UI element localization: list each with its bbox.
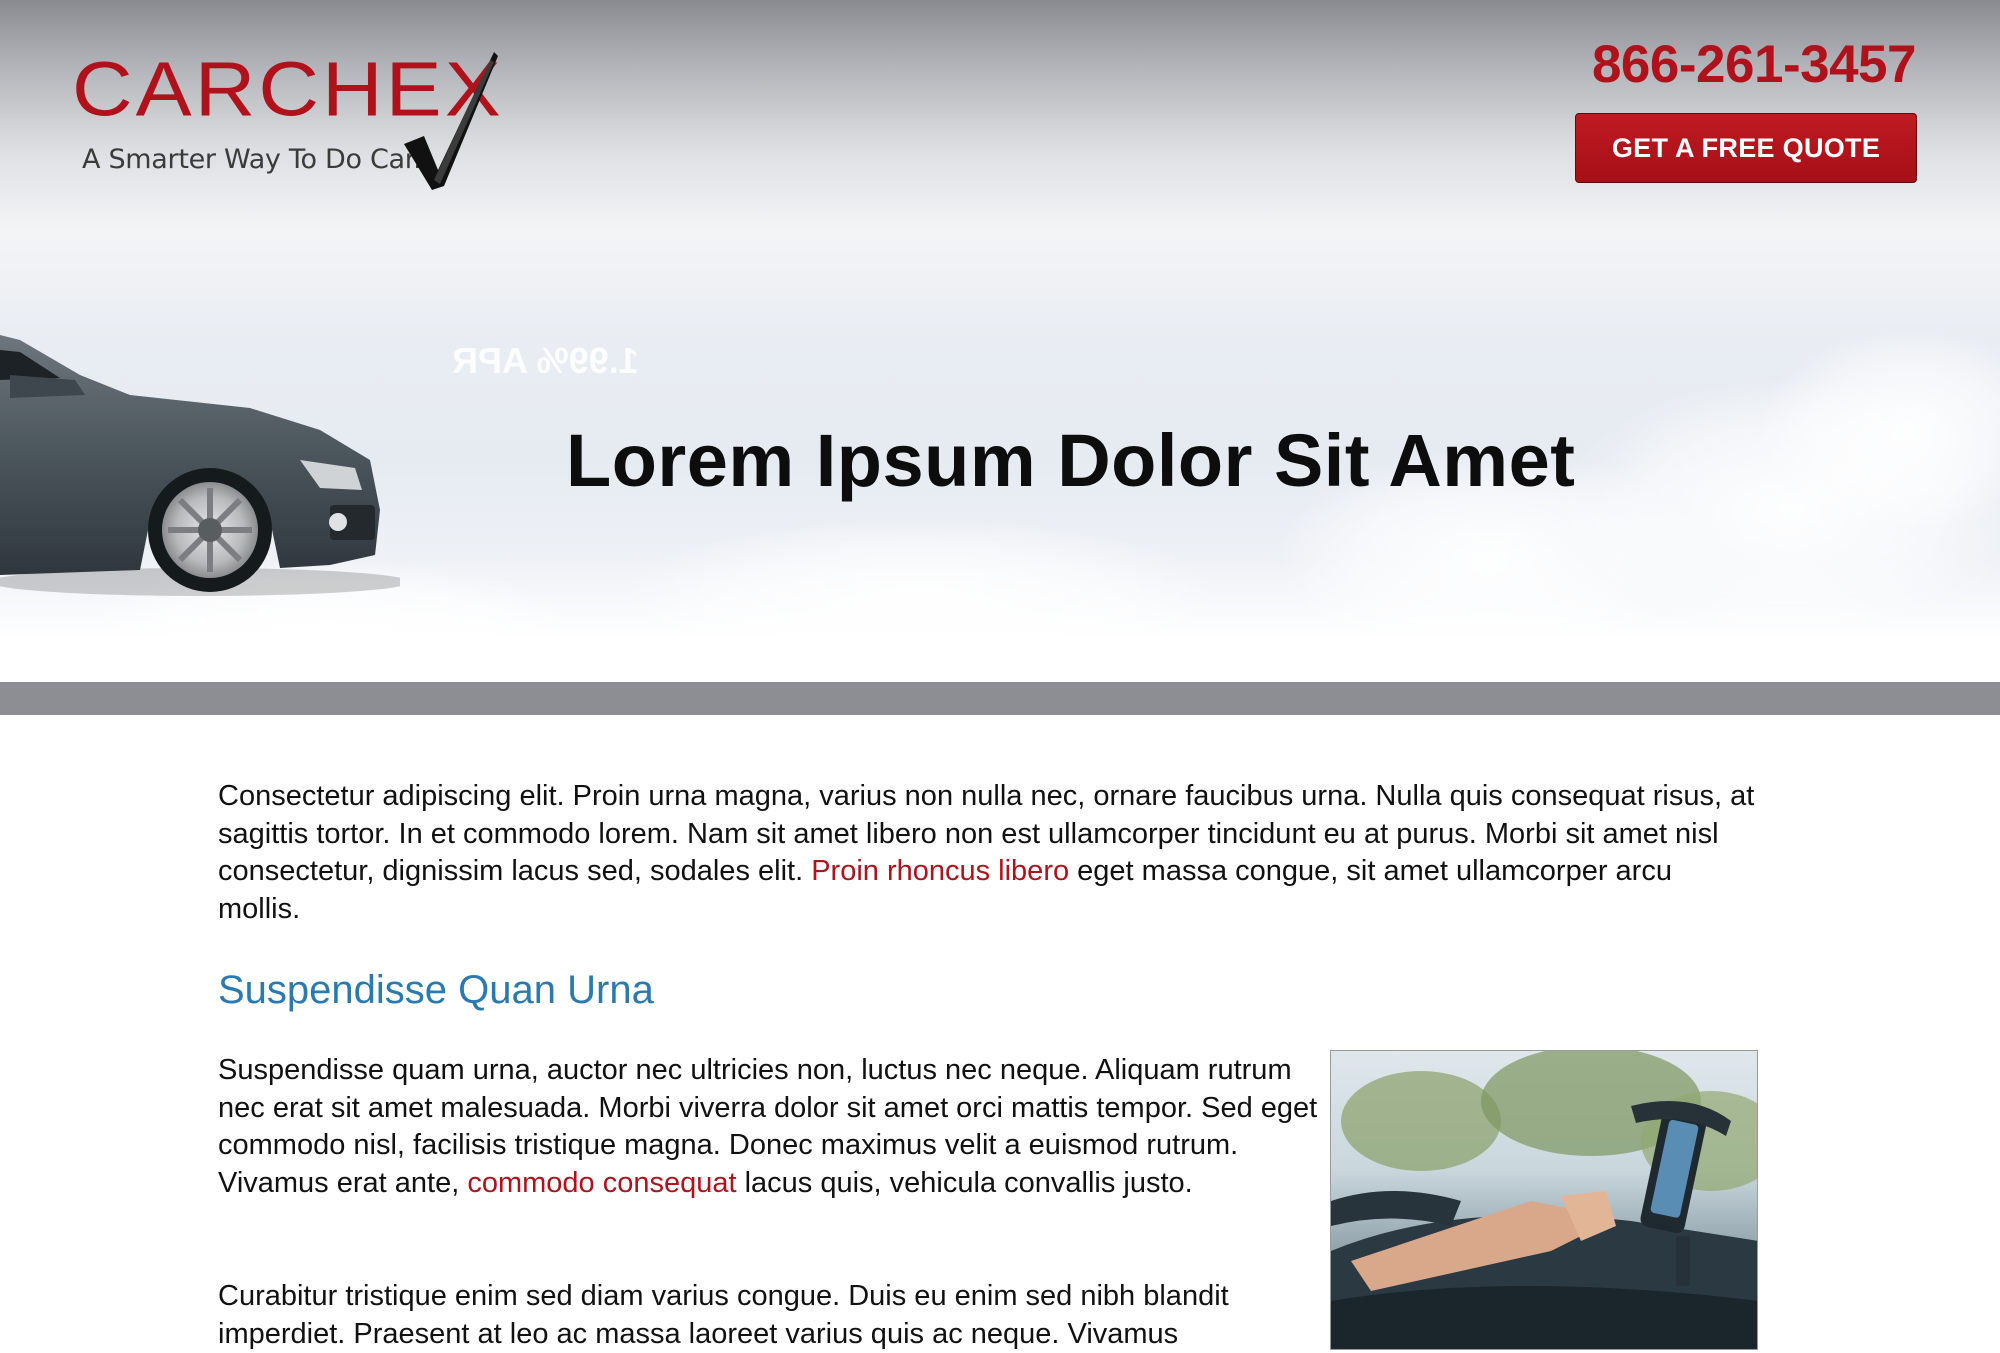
- hero-title: Lorem Ipsum Dolor Sit Amet: [566, 419, 1576, 502]
- carchex-logo[interactable]: CARCHEX A Smarter Way To Do Car...: [72, 50, 512, 200]
- car-image: [0, 335, 400, 596]
- gps-photo: [1330, 1050, 1758, 1350]
- section-paragraph-1: Suspendisse quam urna, auctor nec ultric…: [218, 1052, 1318, 1202]
- proin-rhoncus-link[interactable]: Proin rhoncus libero: [811, 855, 1069, 887]
- hero-mirrored-text: 1.99% APR: [452, 340, 639, 381]
- section-text-end: lacus quis, vehicula convallis justo.: [736, 1166, 1193, 1199]
- phone-number[interactable]: 866-261-3457: [1592, 34, 1917, 95]
- intro-section: Consectetur adipiscing elit. Proin urna …: [218, 778, 1758, 928]
- hero-divider: [0, 682, 2000, 715]
- checkmark-icon: [404, 52, 498, 190]
- section-heading: Suspendisse Quan Urna: [218, 968, 654, 1012]
- intro-paragraph: Consectetur adipiscing elit. Proin urna …: [218, 778, 1758, 928]
- commodo-consequat-link[interactable]: commodo consequat: [467, 1167, 736, 1199]
- gps-photo-illustration: [1331, 1051, 1757, 1349]
- get-free-quote-button[interactable]: GET A FREE QUOTE: [1575, 113, 1917, 183]
- section-paragraph-2: Curabitur tristique enim sed diam varius…: [218, 1280, 1229, 1350]
- logo-tagline: A Smarter Way To Do Car...: [82, 144, 438, 175]
